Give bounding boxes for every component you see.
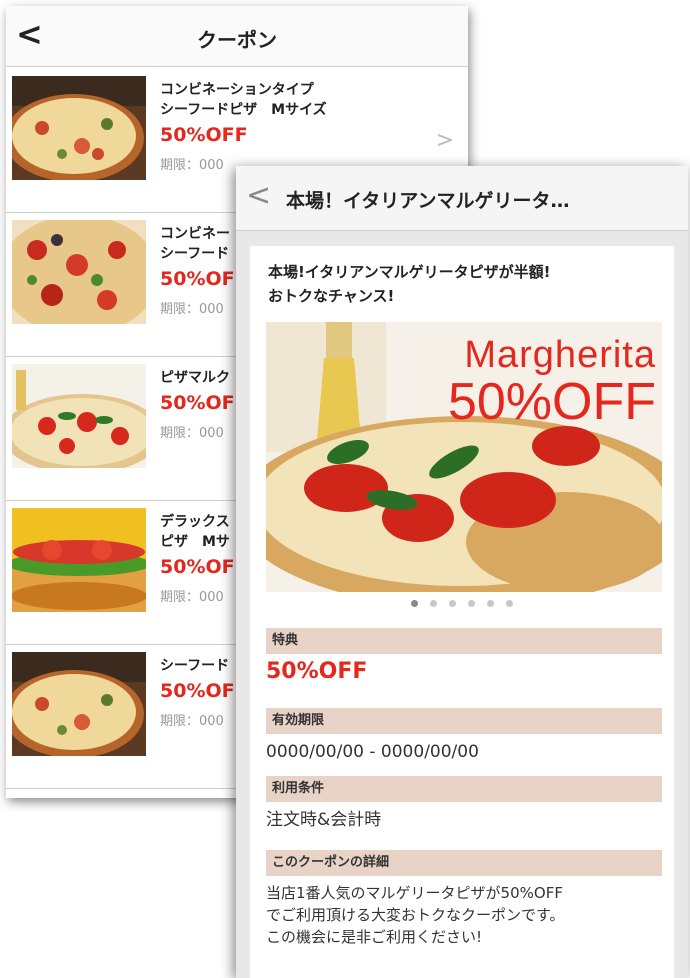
conditions-value: 注文時&会計時	[266, 810, 382, 830]
list-header: < クーポン	[6, 6, 468, 67]
carousel-dot[interactable]	[506, 600, 513, 607]
carousel-dot[interactable]	[487, 600, 494, 607]
carousel-dot[interactable]	[468, 600, 475, 607]
section-label: このクーポンの詳細	[266, 850, 662, 876]
validity-value: 0000/00/00 - 0000/00/00	[266, 742, 479, 762]
carousel-indicator	[250, 600, 674, 607]
coupon-detail-card: 本場!イタリアンマルゲリータピザが半額! おトクなチャンス! Margherit…	[250, 246, 674, 978]
hero-line-2: 50%OFF	[447, 373, 656, 431]
chevron-right-icon: >	[435, 128, 454, 153]
coupon-name: コンビネーションタイプ シーフードピザ Mサイズ	[160, 82, 327, 118]
deluxe-pizza-thumbnail	[12, 508, 146, 612]
hero-line-1: Margherita	[464, 334, 656, 376]
benefit-section: 特典 50%OFF	[266, 628, 662, 684]
coupon-detail-screen: < 本場！イタリアンマルゲリータ… 本場!イタリアンマルゲリータピザが半額! お…	[236, 166, 688, 978]
conditions-section: 利用条件 注文時&会計時	[266, 776, 662, 832]
details-value: 当店1番人気のマルゲリータピザが50%OFF でご利用頂ける大変おトクなクーポン…	[266, 884, 565, 946]
carousel-dot[interactable]	[430, 600, 437, 607]
carousel-dot[interactable]	[411, 600, 418, 607]
chevron-left-icon[interactable]: <	[246, 178, 271, 214]
page-title: クーポン	[197, 28, 277, 52]
page-title: 本場！イタリアンマルゲリータ…	[286, 190, 570, 212]
section-label: 利用条件	[266, 776, 662, 802]
details-section: このクーポンの詳細 当店1番人気のマルゲリータピザが50%OFF でご利用頂ける…	[266, 850, 662, 948]
section-label: 特典	[266, 628, 662, 654]
section-label: 有効期限	[266, 708, 662, 734]
coupon-headline: 本場!イタリアンマルゲリータピザが半額! おトクなチャンス!	[268, 263, 551, 305]
coupon-discount: 50%OFF	[160, 124, 248, 146]
benefit-value: 50%OFF	[266, 659, 368, 684]
carousel-dot[interactable]	[449, 600, 456, 607]
combination-pizza-thumbnail	[12, 220, 146, 324]
margherita-pizza-thumbnail	[12, 364, 146, 468]
detail-header: < 本場！イタリアンマルゲリータ…	[236, 166, 688, 231]
seafood-pizza-thumbnail	[12, 652, 146, 756]
hero-image-carousel[interactable]: Margherita 50%OFF	[266, 322, 662, 592]
seafood-pizza-thumbnail	[12, 76, 146, 180]
validity-section: 有効期限 0000/00/00 - 0000/00/00	[266, 708, 662, 764]
hero-promo-text: Margherita 50%OFF	[448, 336, 656, 428]
